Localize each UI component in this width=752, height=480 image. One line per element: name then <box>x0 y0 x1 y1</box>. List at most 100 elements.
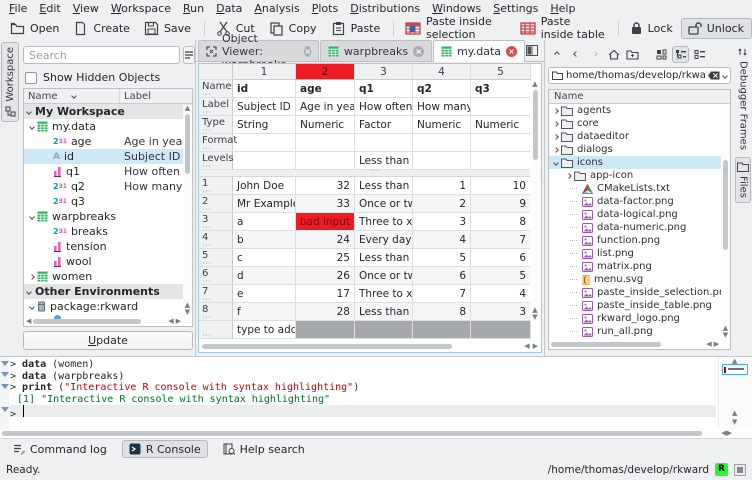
row-header[interactable]: 8⋯ <box>199 303 233 321</box>
cell[interactable]: 4 <box>471 285 531 303</box>
file-item-dialogs[interactable]: dialogs <box>549 143 730 156</box>
cell[interactable]: 28 <box>296 303 355 321</box>
stop-engine-icon[interactable] <box>734 464 746 476</box>
menu-distributions[interactable]: Distributions <box>344 1 426 16</box>
cell-name-q2[interactable]: q2 <box>413 80 471 98</box>
cell[interactable]: Less than onc… <box>355 303 413 321</box>
cell[interactable]: 5 <box>413 249 471 267</box>
search-input[interactable] <box>23 46 180 64</box>
open-button[interactable]: Open <box>4 18 67 39</box>
tree-item-breaks[interactable]: 231 breaks <box>24 224 192 239</box>
tree-item-warpbreaks[interactable]: warpbreaks <box>24 209 192 224</box>
tree-item-q3[interactable]: 231 q3 <box>24 194 192 209</box>
cell[interactable]: 2 <box>413 195 471 213</box>
cell[interactable]: 7 <box>471 231 531 249</box>
cell[interactable]: 6 <box>413 267 471 285</box>
cell[interactable]: c <box>233 249 296 267</box>
meta-row-header[interactable]: Type⋯ <box>199 116 233 134</box>
cell-levels[interactable] <box>413 152 471 170</box>
cell[interactable]: a <box>233 213 296 231</box>
cell-levels[interactable] <box>471 152 531 170</box>
file-item-dataeditor[interactable]: dataeditor <box>549 130 730 143</box>
show-hidden-checkbox[interactable] <box>25 72 37 84</box>
tree-view-button[interactable] <box>672 46 689 63</box>
tree-item-age[interactable]: 231 age Age in year <box>24 134 192 149</box>
menu-file[interactable]: File <box>3 1 33 16</box>
menu-data[interactable]: Data <box>210 1 248 16</box>
path-combobox[interactable]: home/thomas/develop/rkward/rkward/ <box>548 67 731 84</box>
debugger-frames-dock-tab[interactable]: Debugger Frames <box>735 42 751 155</box>
file-item-agents[interactable]: agents <box>549 104 730 117</box>
update-button[interactable]: Update <box>23 331 193 350</box>
tab-warpbreaks[interactable]: warpbreaks × <box>320 40 432 61</box>
column-header-3[interactable]: 3 <box>355 64 413 80</box>
add-row-edit-cell[interactable]: type to add row <box>233 321 296 339</box>
scrollbar-slider[interactable] <box>533 90 538 160</box>
r-console-tab[interactable]: R Console <box>122 440 208 458</box>
cell-name-q1[interactable]: q1 <box>355 80 413 98</box>
row-header[interactable]: 3⋯ <box>199 213 233 231</box>
cell[interactable]: Less than onc… <box>355 249 413 267</box>
scrollbar-slider[interactable] <box>202 344 452 349</box>
column-header-2-error[interactable]: 2 <box>296 64 355 80</box>
paste-button[interactable]: Paste <box>325 18 389 39</box>
file-item-paste-inside-selection[interactable]: paste_inside_selection.png <box>549 286 730 299</box>
workspace-dock-tab[interactable]: Workspace <box>1 42 19 122</box>
files-dock-tab[interactable]: Files <box>735 157 751 203</box>
console-prompt-line[interactable]: > <box>10 405 716 417</box>
console-horizontal-scrollbar[interactable]: ◀ ▶ <box>2 429 732 437</box>
cell-levels[interactable] <box>233 152 296 170</box>
file-item-data-factor[interactable]: data-factor.png <box>549 195 730 208</box>
menu-help[interactable]: Help <box>544 1 581 16</box>
up-button[interactable] <box>548 46 565 63</box>
file-item-menu-svg[interactable]: menu.svg <box>549 273 730 286</box>
tree-item-q1[interactable]: q1 How often do… <box>24 164 192 179</box>
table-horizontal-scrollbar[interactable]: ◀ ▶ <box>199 340 541 352</box>
cell-type[interactable]: String <box>233 116 296 134</box>
column-header-4[interactable]: 4 <box>413 64 471 80</box>
cell-format[interactable] <box>471 134 531 152</box>
cell[interactable]: 26 <box>296 267 355 285</box>
create-button[interactable]: Create <box>67 18 138 39</box>
file-item-list[interactable]: list.png <box>549 247 730 260</box>
cell-label[interactable]: Subject ID <box>233 98 296 116</box>
cell[interactable]: Every day <box>355 231 413 249</box>
cell-name-q3[interactable]: q3 <box>471 80 531 98</box>
paste-inside-selection-button[interactable]: Paste inside selection <box>399 18 514 39</box>
cell[interactable]: 8 <box>471 213 531 231</box>
cell-format[interactable] <box>233 134 296 152</box>
tab-my-data[interactable]: my.data × <box>433 40 525 62</box>
cell[interactable]: 9 <box>471 195 531 213</box>
row-header[interactable]: 2⋯ <box>199 195 233 213</box>
menu-run[interactable]: Run <box>177 1 210 16</box>
cell-levels[interactable]: Less than onc… <box>355 152 413 170</box>
clear-text-icon[interactable] <box>708 71 720 80</box>
scrollbar-slider[interactable] <box>723 160 728 250</box>
workspace-vertical-scrollbar[interactable]: ▲ ▲ ▼ <box>183 105 192 316</box>
file-item-app-icon[interactable]: app-icon <box>549 169 730 182</box>
forward-button[interactable] <box>586 46 603 63</box>
row-header[interactable]: 5⋯ <box>199 249 233 267</box>
menu-workspace[interactable]: Workspace <box>105 1 177 16</box>
cell-type[interactable]: Numeric <box>413 116 471 134</box>
tree-section-other-environments[interactable]: Other Environments <box>24 284 192 299</box>
cell-format[interactable] <box>355 134 413 152</box>
cell-format[interactable] <box>413 134 471 152</box>
paste-inside-table-button[interactable]: Paste inside table <box>514 18 613 39</box>
dropdown-arrow-icon[interactable] <box>722 73 728 79</box>
cell-type[interactable]: Factor <box>355 116 413 134</box>
cell[interactable]: b <box>233 231 296 249</box>
minimap-thumb[interactable] <box>722 364 748 375</box>
tree-item-id[interactable]: A id Subject ID <box>24 149 192 164</box>
row-header[interactable]: 4⋯ <box>199 231 233 249</box>
scrollbar-slider[interactable] <box>33 319 141 324</box>
row-header[interactable]: 1⋯ <box>199 177 233 195</box>
column-header-1[interactable]: 1 <box>233 64 296 80</box>
menu-edit[interactable]: Edit <box>33 1 66 16</box>
home-button[interactable] <box>605 46 622 63</box>
cell[interactable]: 3 <box>471 303 531 321</box>
column-header-5[interactable]: 5 <box>471 64 531 80</box>
tree-item-women[interactable]: women <box>24 269 192 284</box>
column-header-name[interactable]: Name <box>24 89 120 103</box>
cell[interactable]: 1 <box>413 177 471 195</box>
